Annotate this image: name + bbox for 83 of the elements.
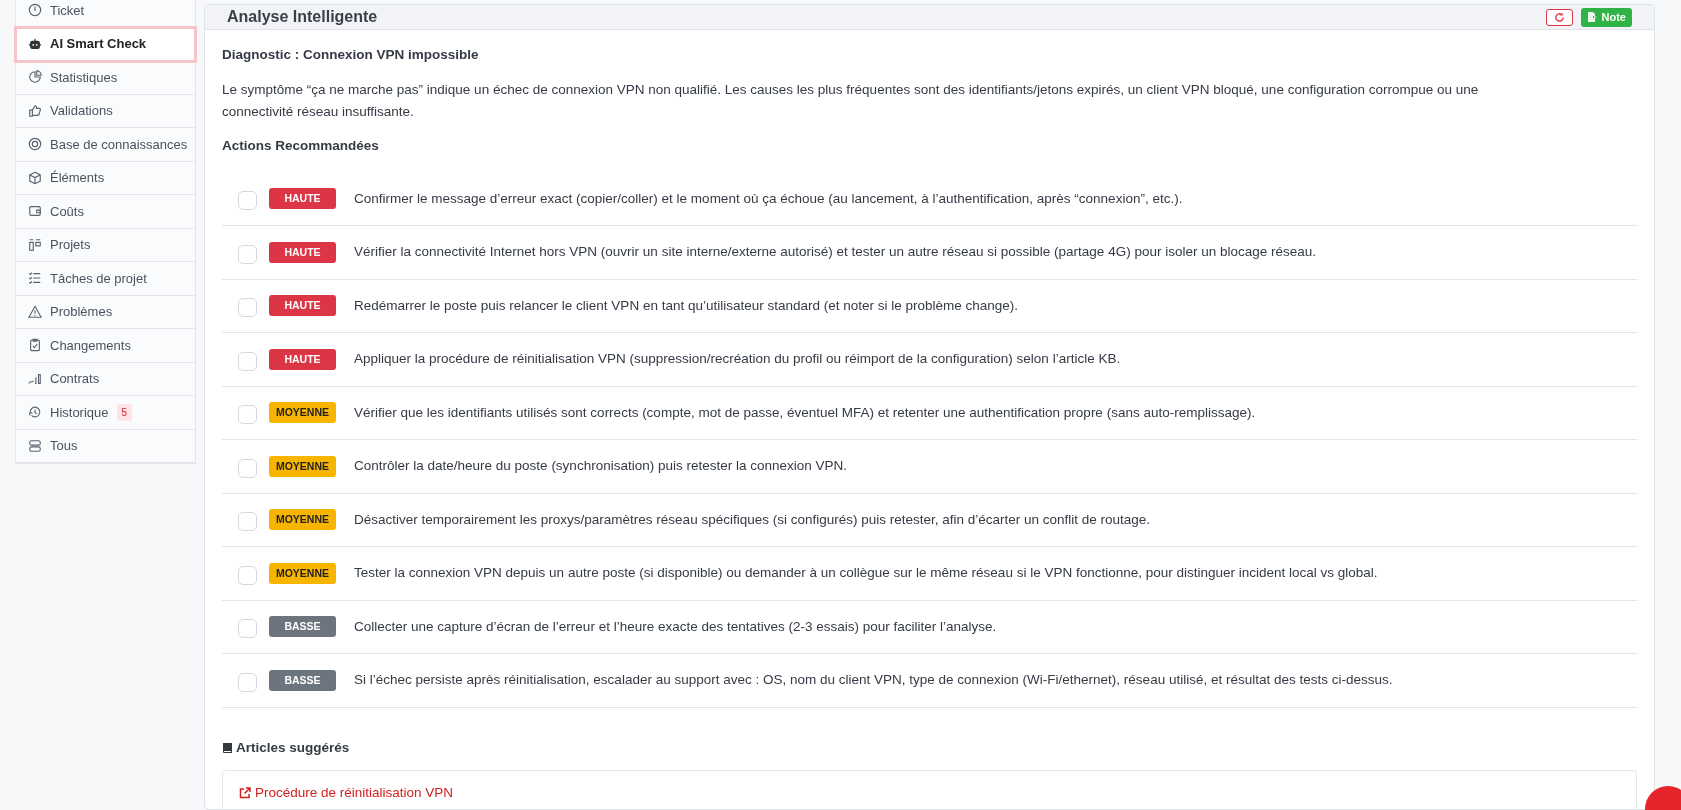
sidebar-item-label: Historique (50, 403, 109, 422)
sidebar-item-label: Projets (50, 236, 91, 254)
diagnostic-title: Diagnostic : Connexion VPN impossible (222, 46, 480, 64)
checkbox[interactable] (238, 565, 257, 585)
sidebar-item[interactable]: AI Smart Check (16, 27, 195, 61)
refresh-button[interactable] (1545, 8, 1573, 26)
sidebar-item-icon (28, 36, 42, 51)
priority-badge: MOYENNE (269, 402, 336, 424)
sidebar-item[interactable]: Tous (16, 429, 195, 463)
priority-badge: MOYENNE (269, 562, 336, 584)
action-text: Collecter une capture d’écran de l’erreur et l’heure exacte des tentatives (2-3 essais) pour faciliter l’analyse. (354, 617, 997, 636)
action-text: Redémarrer le poste puis relancer le client VPN en tant qu’utilisateur standard (et noter si le problème change). (354, 296, 1019, 315)
action-text: Appliquer la procédure de réinitialisation VPN (suppression/recréation du profil ou réimport de la configuration) selon l’article KB. (354, 350, 1121, 369)
sidebar-item-icon (28, 3, 42, 18)
checkbox[interactable] (238, 619, 257, 639)
checkbox[interactable] (238, 244, 257, 264)
sidebar-item[interactable]: Éléments (16, 161, 195, 195)
count-badge: 5 (116, 403, 133, 421)
sidebar-item-label: Base de connaissances (50, 135, 188, 154)
priority-badge: HAUTE (269, 241, 336, 263)
sidebar-item-label: Validations (50, 102, 113, 120)
sidebar-item-label: Ticket (50, 1, 85, 20)
checkbox[interactable] (238, 298, 257, 318)
sidebar-item-icon (28, 103, 42, 118)
external-link-icon (239, 787, 251, 800)
sidebar-item-icon (28, 371, 42, 386)
action-text: Tester la connexion VPN depuis un autre poste (si disponible) ou demander à un collègue sur le même réseau si le VPN fonctionne, pour distinguer incident local vs global. (354, 564, 1378, 583)
book-icon (222, 741, 233, 754)
action-text: Vérifier la connectivité Internet hors VPN (ouvrir un site interne/externe autorisé) et tester un autre réseau si possible (partage 4G) pour isoler un blocage réseau. (354, 243, 1316, 262)
sidebar-item[interactable]: Base de connaissances (16, 128, 195, 162)
sidebar-item-icon (28, 271, 42, 286)
refresh-icon (1553, 11, 1565, 23)
sidebar-item[interactable]: Statistiques (16, 61, 195, 95)
panel-title: Analyse Intelligente (227, 7, 378, 27)
checkbox[interactable] (238, 512, 257, 532)
sidebar-item-label: Problèmes (50, 303, 113, 321)
sidebar-item[interactable]: Problèmes (16, 295, 195, 329)
sidebar-item-icon (28, 70, 42, 85)
sidebar-item-icon (28, 170, 42, 185)
priority-badge: BASSE (269, 616, 336, 638)
action-text: Vérifier que les identifiants utilisés sont corrects (compte, mot de passe, éventuel MFA) et retenter une authentification propre (sans auto-remplissage). (354, 403, 1256, 422)
sidebar-item[interactable]: Projets (16, 228, 195, 262)
sidebar-item-label: Tâches de projet (50, 269, 147, 288)
sidebar-item-icon (28, 137, 42, 152)
checkbox[interactable] (238, 191, 257, 211)
sidebar-item-icon (28, 237, 42, 252)
sidebar-item[interactable]: Contrats (16, 362, 195, 396)
priority-badge: HAUTE (269, 295, 336, 317)
sidebar-item[interactable]: Validations (16, 94, 195, 128)
section-heading: Actions Recommandées (222, 137, 380, 156)
summary-text: Le symptôme “ça ne marche pas” indique un échec de connexion VPN non qualifié. Les causes les plus fréquentes sont des identifiants/jetons expirés, un client VPN bloqué, une configuration corrompue ou une connectivité réseau insuffisante. (222, 81, 1480, 121)
sidebar-item-icon (28, 304, 42, 319)
sidebar-item-label: Éléments (50, 169, 105, 187)
sidebar-item-icon (28, 438, 42, 453)
action-text: Désactiver temporairement les proxys/paramètres réseau spécifiques (si configurés) puis retester, afin d’écarter un conflit de routage. (354, 510, 1151, 529)
action-text: Confirmer le message d’erreur exact (copier/coller) et le moment où ça échoue (au lancement, à l’authentification, après “connexion”, etc.). (354, 189, 1183, 208)
action-text: Si l’échec persiste après réinitialisation, escalader au support avec : OS, nom du client VPN, type de connexion (Wi-Fi/ethernet), réseau utilisé, et résultat des tests ci-dessus. (354, 671, 1393, 690)
priority-badge: MOYENNE (269, 455, 336, 477)
checkbox[interactable] (238, 458, 257, 478)
sidebar-item-label: Contrats (50, 370, 100, 388)
sidebar-item-icon (28, 338, 42, 353)
priority-badge: BASSE (269, 669, 336, 691)
article-link[interactable]: Procédure de réinitialisation VPN (239, 782, 454, 804)
sidebar-item-label: Tous (50, 437, 78, 455)
checkbox[interactable] (238, 672, 257, 692)
checkbox[interactable] (238, 405, 257, 425)
sidebar-item-icon (28, 405, 42, 420)
sidebar-item-label: Changements (50, 336, 131, 355)
sidebar-item-label: Statistiques (50, 68, 118, 87)
sidebar-item[interactable]: Historique 5 (16, 396, 195, 430)
sidebar-item[interactable]: Changements (16, 329, 195, 363)
priority-badge: HAUTE (269, 188, 336, 210)
note-add-icon (1586, 11, 1599, 23)
sidebar-item-label: AI Smart Check (50, 35, 147, 53)
sidebar-item-label: Coûts (50, 202, 84, 221)
checkbox[interactable] (238, 351, 257, 371)
sidebar-item[interactable]: Coûts (16, 195, 195, 229)
sidebar-item[interactable]: Tâches de projet (16, 262, 195, 296)
priority-badge: HAUTE (269, 348, 336, 370)
priority-badge: MOYENNE (269, 509, 336, 531)
sidebar-item-icon (28, 204, 42, 219)
section-heading: Articles suggérés (236, 738, 350, 757)
action-text: Contrôler la date/heure du poste (synchronisation) puis retester la connexion VPN. (354, 457, 848, 476)
